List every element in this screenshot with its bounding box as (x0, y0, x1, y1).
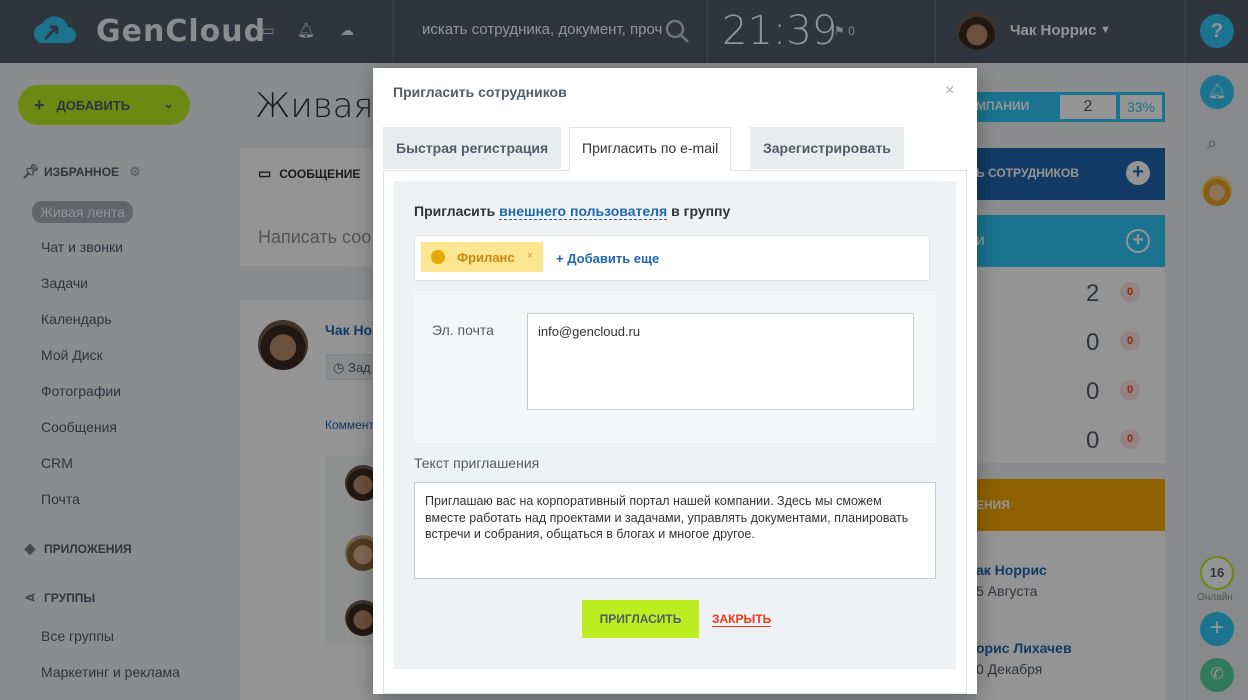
invite-heading-post: в группу (667, 203, 731, 219)
tab-invite-email[interactable]: Пригласить по e-mail (569, 127, 732, 171)
email-field[interactable]: info@gencloud.ru (527, 313, 914, 410)
tab-register[interactable]: Зарегистрировать (750, 127, 904, 169)
dialog-title: Пригласить сотрудников (393, 84, 567, 100)
invite-dialog: Пригласить сотрудников × Быстрая регистр… (373, 68, 977, 694)
message-label: Текст приглашения (414, 455, 540, 471)
invite-heading-pre: Пригласить (414, 203, 500, 219)
plus-icon: + (556, 251, 568, 266)
group-chip-label: Фриланс (457, 249, 515, 265)
invite-heading: Пригласить внешнего пользователя в групп… (414, 203, 731, 220)
invite-button[interactable]: ПРИГЛАСИТЬ (582, 600, 699, 638)
close-icon[interactable]: × (945, 82, 954, 100)
globe-icon (431, 250, 445, 264)
add-more-label: Добавить еще (567, 251, 660, 266)
add-more-link[interactable]: + Добавить еще (556, 251, 659, 266)
message-field[interactable]: Приглашаю вас на корпоративный портал на… (414, 482, 936, 579)
remove-icon[interactable]: × (527, 250, 533, 262)
close-button[interactable]: ЗАКРЫТЬ (712, 612, 772, 627)
email-label: Эл. почта (432, 322, 494, 338)
tab-quick-registration[interactable]: Быстрая регистрация (383, 127, 562, 169)
external-user-link[interactable]: внешнего пользователя (499, 203, 668, 220)
group-chip[interactable]: Фриланс × (421, 242, 543, 272)
